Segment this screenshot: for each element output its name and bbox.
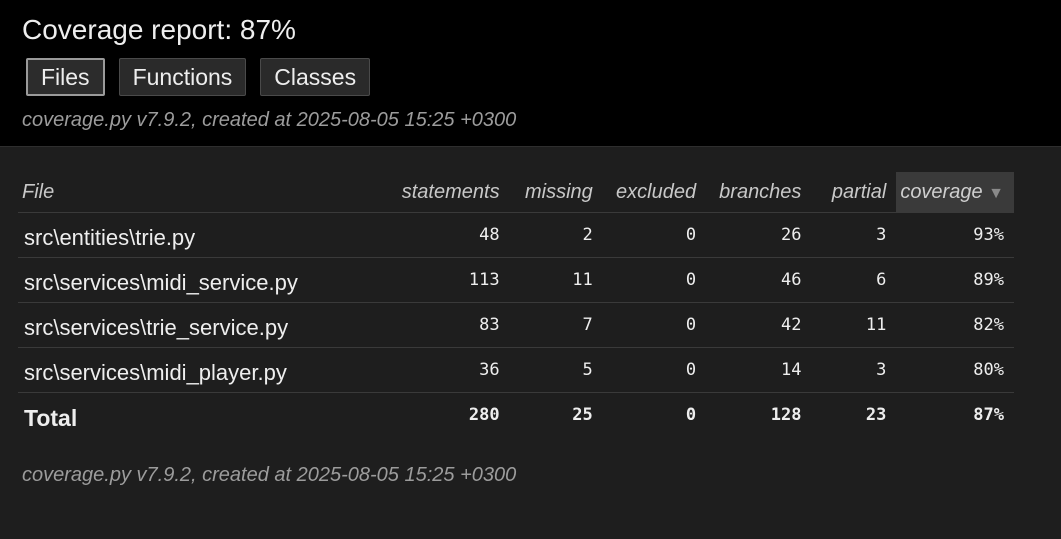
total-branches: 128 [770, 405, 802, 425]
created-info: coverage.py v7.9.2, created at 2025-08-0… [22, 109, 517, 131]
total-label: Total [24, 404, 78, 431]
partial-cell: 11 [811, 302, 897, 348]
column-header-coverage[interactable]: coverage ▼ [896, 172, 1014, 213]
branches-cell: 46 [706, 257, 812, 303]
page-title: Coverage report: 87% [22, 14, 296, 45]
table-row: src\services\midi_player.py 36 5 0 14 3 … [18, 347, 1014, 393]
partial-cell: 3 [811, 212, 897, 258]
statements-cell: 36 [395, 347, 510, 393]
sort-descending-icon: ▼ [988, 184, 1004, 202]
total-excluded: 0 [685, 405, 697, 425]
coverage-table-wrap: File statements missing excluded branche… [18, 172, 1014, 437]
file-link[interactable]: src\services\midi_player.py [18, 347, 396, 393]
table-row: src\services\trie_service.py 83 7 0 42 1… [18, 302, 1014, 348]
column-header-excluded[interactable]: excluded [602, 172, 707, 213]
missing-cell: 11 [509, 257, 603, 303]
total-statements: 280 [468, 405, 500, 425]
tab-files[interactable]: Files [26, 58, 105, 96]
column-header-partial[interactable]: partial [811, 172, 897, 213]
footer-created-info: coverage.py v7.9.2, created at 2025-08-0… [22, 464, 517, 486]
file-link[interactable]: src\entities\trie.py [18, 212, 396, 258]
view-tabs: Files Functions Classes [26, 58, 371, 96]
excluded-cell: 0 [602, 257, 707, 303]
branches-cell: 42 [706, 302, 812, 348]
excluded-cell: 0 [602, 347, 707, 393]
total-row: Total 280 25 0 128 23 87% [18, 393, 1014, 438]
report-header: Coverage report: 87% Files Functions Cla… [0, 0, 1061, 147]
tab-classes[interactable]: Classes [260, 58, 371, 96]
coverage-cell: 89% [896, 257, 1014, 303]
branches-cell: 14 [706, 347, 812, 393]
table-header-row: File statements missing excluded branche… [18, 172, 1014, 213]
column-header-file[interactable]: File [18, 172, 396, 213]
total-coverage: 87% [973, 405, 1004, 425]
coverage-cell: 82% [896, 302, 1014, 348]
total-partial: 23 [865, 405, 887, 425]
column-header-statements[interactable]: statements [395, 172, 510, 213]
statements-cell: 48 [395, 212, 510, 258]
excluded-cell: 0 [602, 302, 707, 348]
file-link[interactable]: src\services\midi_service.py [18, 257, 396, 303]
excluded-cell: 0 [602, 212, 707, 258]
partial-cell: 6 [811, 257, 897, 303]
table-row: src\services\midi_service.py 113 11 0 46… [18, 257, 1014, 303]
tab-functions[interactable]: Functions [118, 58, 247, 96]
total-missing: 25 [572, 405, 593, 425]
statements-cell: 113 [395, 257, 510, 303]
partial-cell: 3 [811, 347, 897, 393]
file-link[interactable]: src\services\trie_service.py [18, 302, 396, 348]
missing-cell: 7 [509, 302, 603, 348]
missing-cell: 2 [509, 212, 603, 258]
table-row: src\entities\trie.py 48 2 0 26 3 93% [18, 212, 1014, 258]
missing-cell: 5 [509, 347, 603, 393]
branches-cell: 26 [706, 212, 812, 258]
statements-cell: 83 [395, 302, 510, 348]
column-header-branches[interactable]: branches [706, 172, 812, 213]
column-header-missing[interactable]: missing [509, 172, 603, 213]
coverage-cell: 93% [896, 212, 1014, 258]
coverage-cell: 80% [896, 347, 1014, 393]
coverage-table: File statements missing excluded branche… [18, 172, 1014, 437]
